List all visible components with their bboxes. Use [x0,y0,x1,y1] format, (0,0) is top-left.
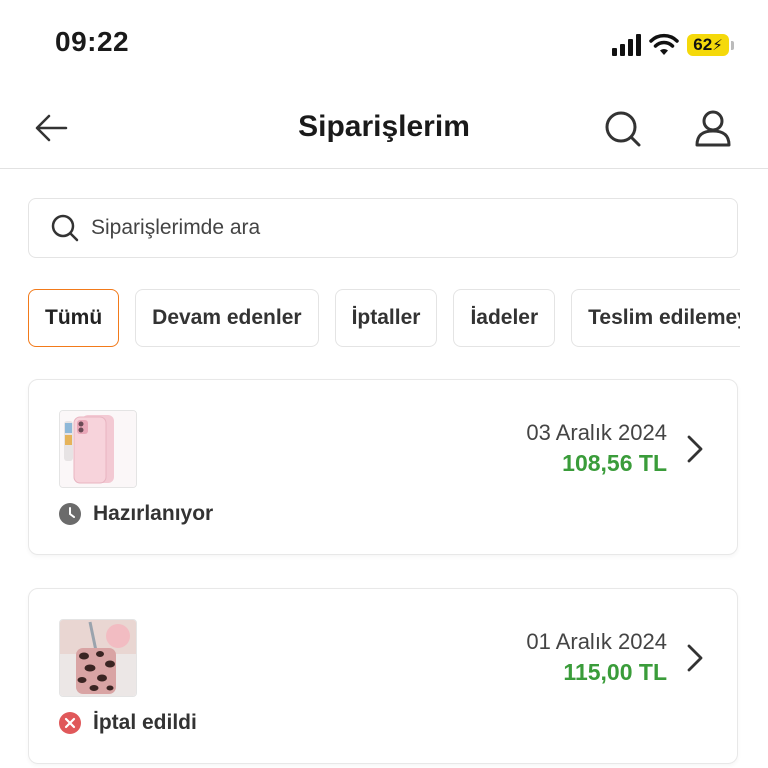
order-search-input[interactable] [89,215,693,241]
order-search-box[interactable] [28,198,738,258]
order-date: 01 Aralık 2024 [526,629,667,654]
page-title: Siparişlerim [298,110,470,143]
status-icons: 62 ⚡ [612,30,734,60]
phone-case-image [60,411,136,487]
filter-chip-cancellations[interactable]: İptaller [334,289,438,347]
order-status-text: Hazırlanıyor [93,502,214,525]
leopard-case-image [60,620,136,696]
product-thumbnail [59,410,137,488]
chevron-right-icon [687,644,703,672]
filter-chip-ongoing[interactable]: Devam edenler [135,289,319,347]
cellular-signal-icon [612,34,641,56]
battery-tip [731,40,734,50]
chevron-right-icon [687,435,703,463]
account-button[interactable] [690,106,736,152]
cancel-icon [59,712,81,734]
search-icon [605,111,641,147]
battery-level: 62 [693,35,713,54]
order-date: 03 Aralık 2024 [526,420,667,445]
order-status: İptal edildi [59,711,197,735]
wifi-icon [649,33,679,55]
order-status: Hazırlanıyor [59,502,213,526]
filter-chip-returns[interactable]: İadeler [453,289,556,347]
search-icon [51,214,79,242]
filter-chip-undelivered[interactable]: Teslim edilemeyenler [571,289,740,347]
status-bar: 09:22 62 ⚡ [0,0,768,88]
order-price: 108,56 TL [562,450,667,476]
filter-chip-all[interactable]: Tümü [28,289,120,347]
clock-icon [59,503,81,525]
filter-tabs: Tümü Devam edenler İptaller İadeler Teslim e… [28,289,740,349]
product-thumbnail [59,619,137,697]
order-status-text: İptal edildi [93,711,197,734]
status-time: 09:22 [55,26,130,57]
order-card[interactable]: 03 Aralık 2024 108,56 TL Hazırlanıyor [28,379,738,555]
order-price: 115,00 TL [563,659,667,685]
battery-icon: 62 ⚡ [687,34,729,56]
app-header: Siparişlerim [0,88,768,169]
order-card[interactable]: 01 Aralık 2024 115,00 TL İptal edildi [28,588,738,764]
header-search-button[interactable] [600,106,646,152]
charging-bolt-icon: ⚡ [712,37,723,54]
user-icon [695,110,731,147]
